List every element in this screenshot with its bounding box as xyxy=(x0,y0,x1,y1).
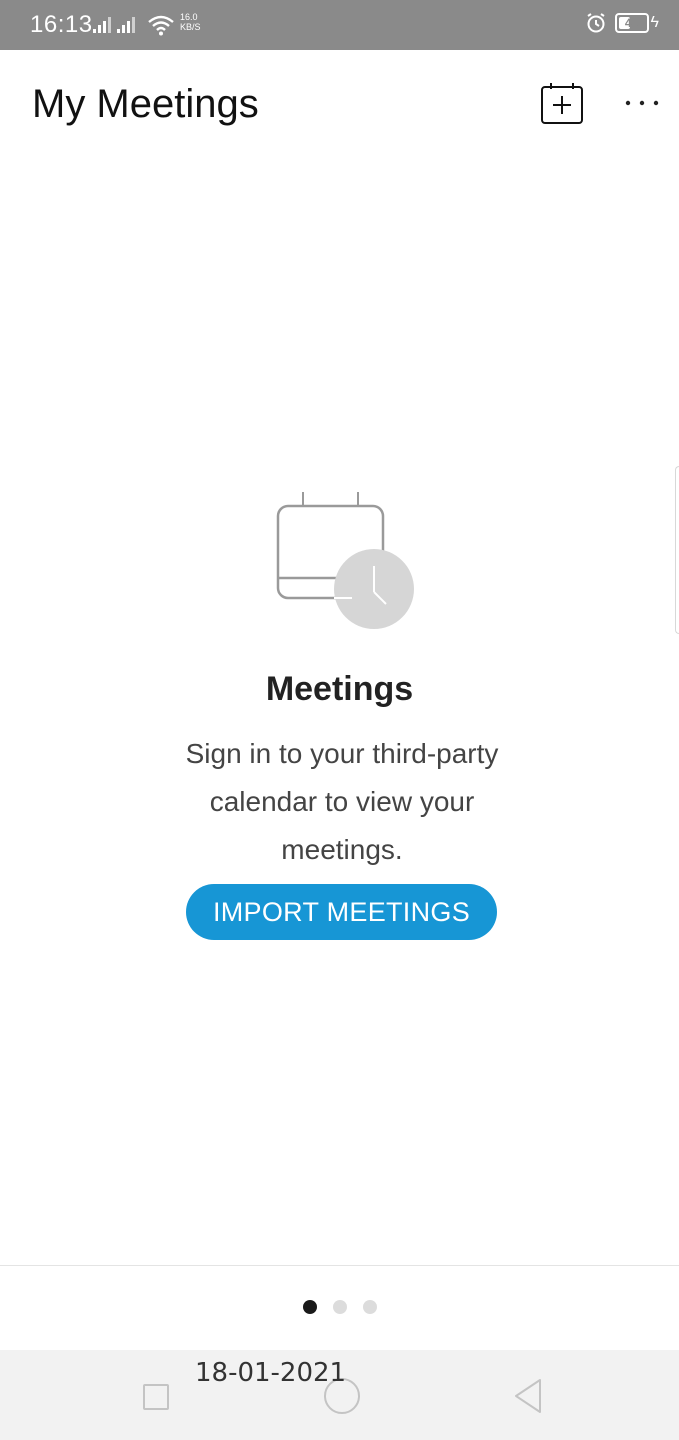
status-right-group: 45 ϟ xyxy=(585,12,659,34)
divider xyxy=(0,1265,679,1266)
alarm-icon xyxy=(586,13,605,33)
net-speed: 16.0 KB/S xyxy=(180,12,201,32)
page-dot[interactable] xyxy=(302,1300,317,1314)
calendar-add-icon[interactable] xyxy=(538,80,586,128)
empty-state-message: Sign in to your third-party calendar to … xyxy=(185,738,499,865)
recent-apps-button[interactable] xyxy=(143,1384,169,1410)
side-drawer-handle[interactable] xyxy=(675,466,679,634)
more-icon[interactable] xyxy=(620,88,664,118)
wifi-icon xyxy=(148,15,174,36)
battery-icon: 45 xyxy=(614,13,649,33)
net-speed-value: 16.0 xyxy=(180,12,198,22)
empty-state-title: Meetings xyxy=(265,670,414,708)
status-time: 16:13 xyxy=(30,11,93,38)
calendar-clock-icon xyxy=(276,492,414,629)
page-dot[interactable] xyxy=(362,1300,377,1314)
signal-icon xyxy=(93,17,111,33)
page-dot[interactable] xyxy=(332,1300,347,1314)
signal-group xyxy=(93,17,135,33)
import-meetings-button[interactable]: IMPORT MEETINGS xyxy=(186,884,497,940)
signal-icon xyxy=(117,17,135,33)
status-bar: 16:13 16.0 KB/S 45 ϟ xyxy=(0,0,679,50)
page-title: My Meetings xyxy=(32,82,259,126)
back-button[interactable] xyxy=(512,1378,544,1414)
net-speed-unit: KB/S xyxy=(180,22,201,32)
charging-icon: ϟ xyxy=(650,14,659,31)
date-stamp: 18-01-2021 xyxy=(195,1358,347,1388)
page-indicator xyxy=(0,1300,679,1314)
battery-level: 45 xyxy=(624,16,639,30)
